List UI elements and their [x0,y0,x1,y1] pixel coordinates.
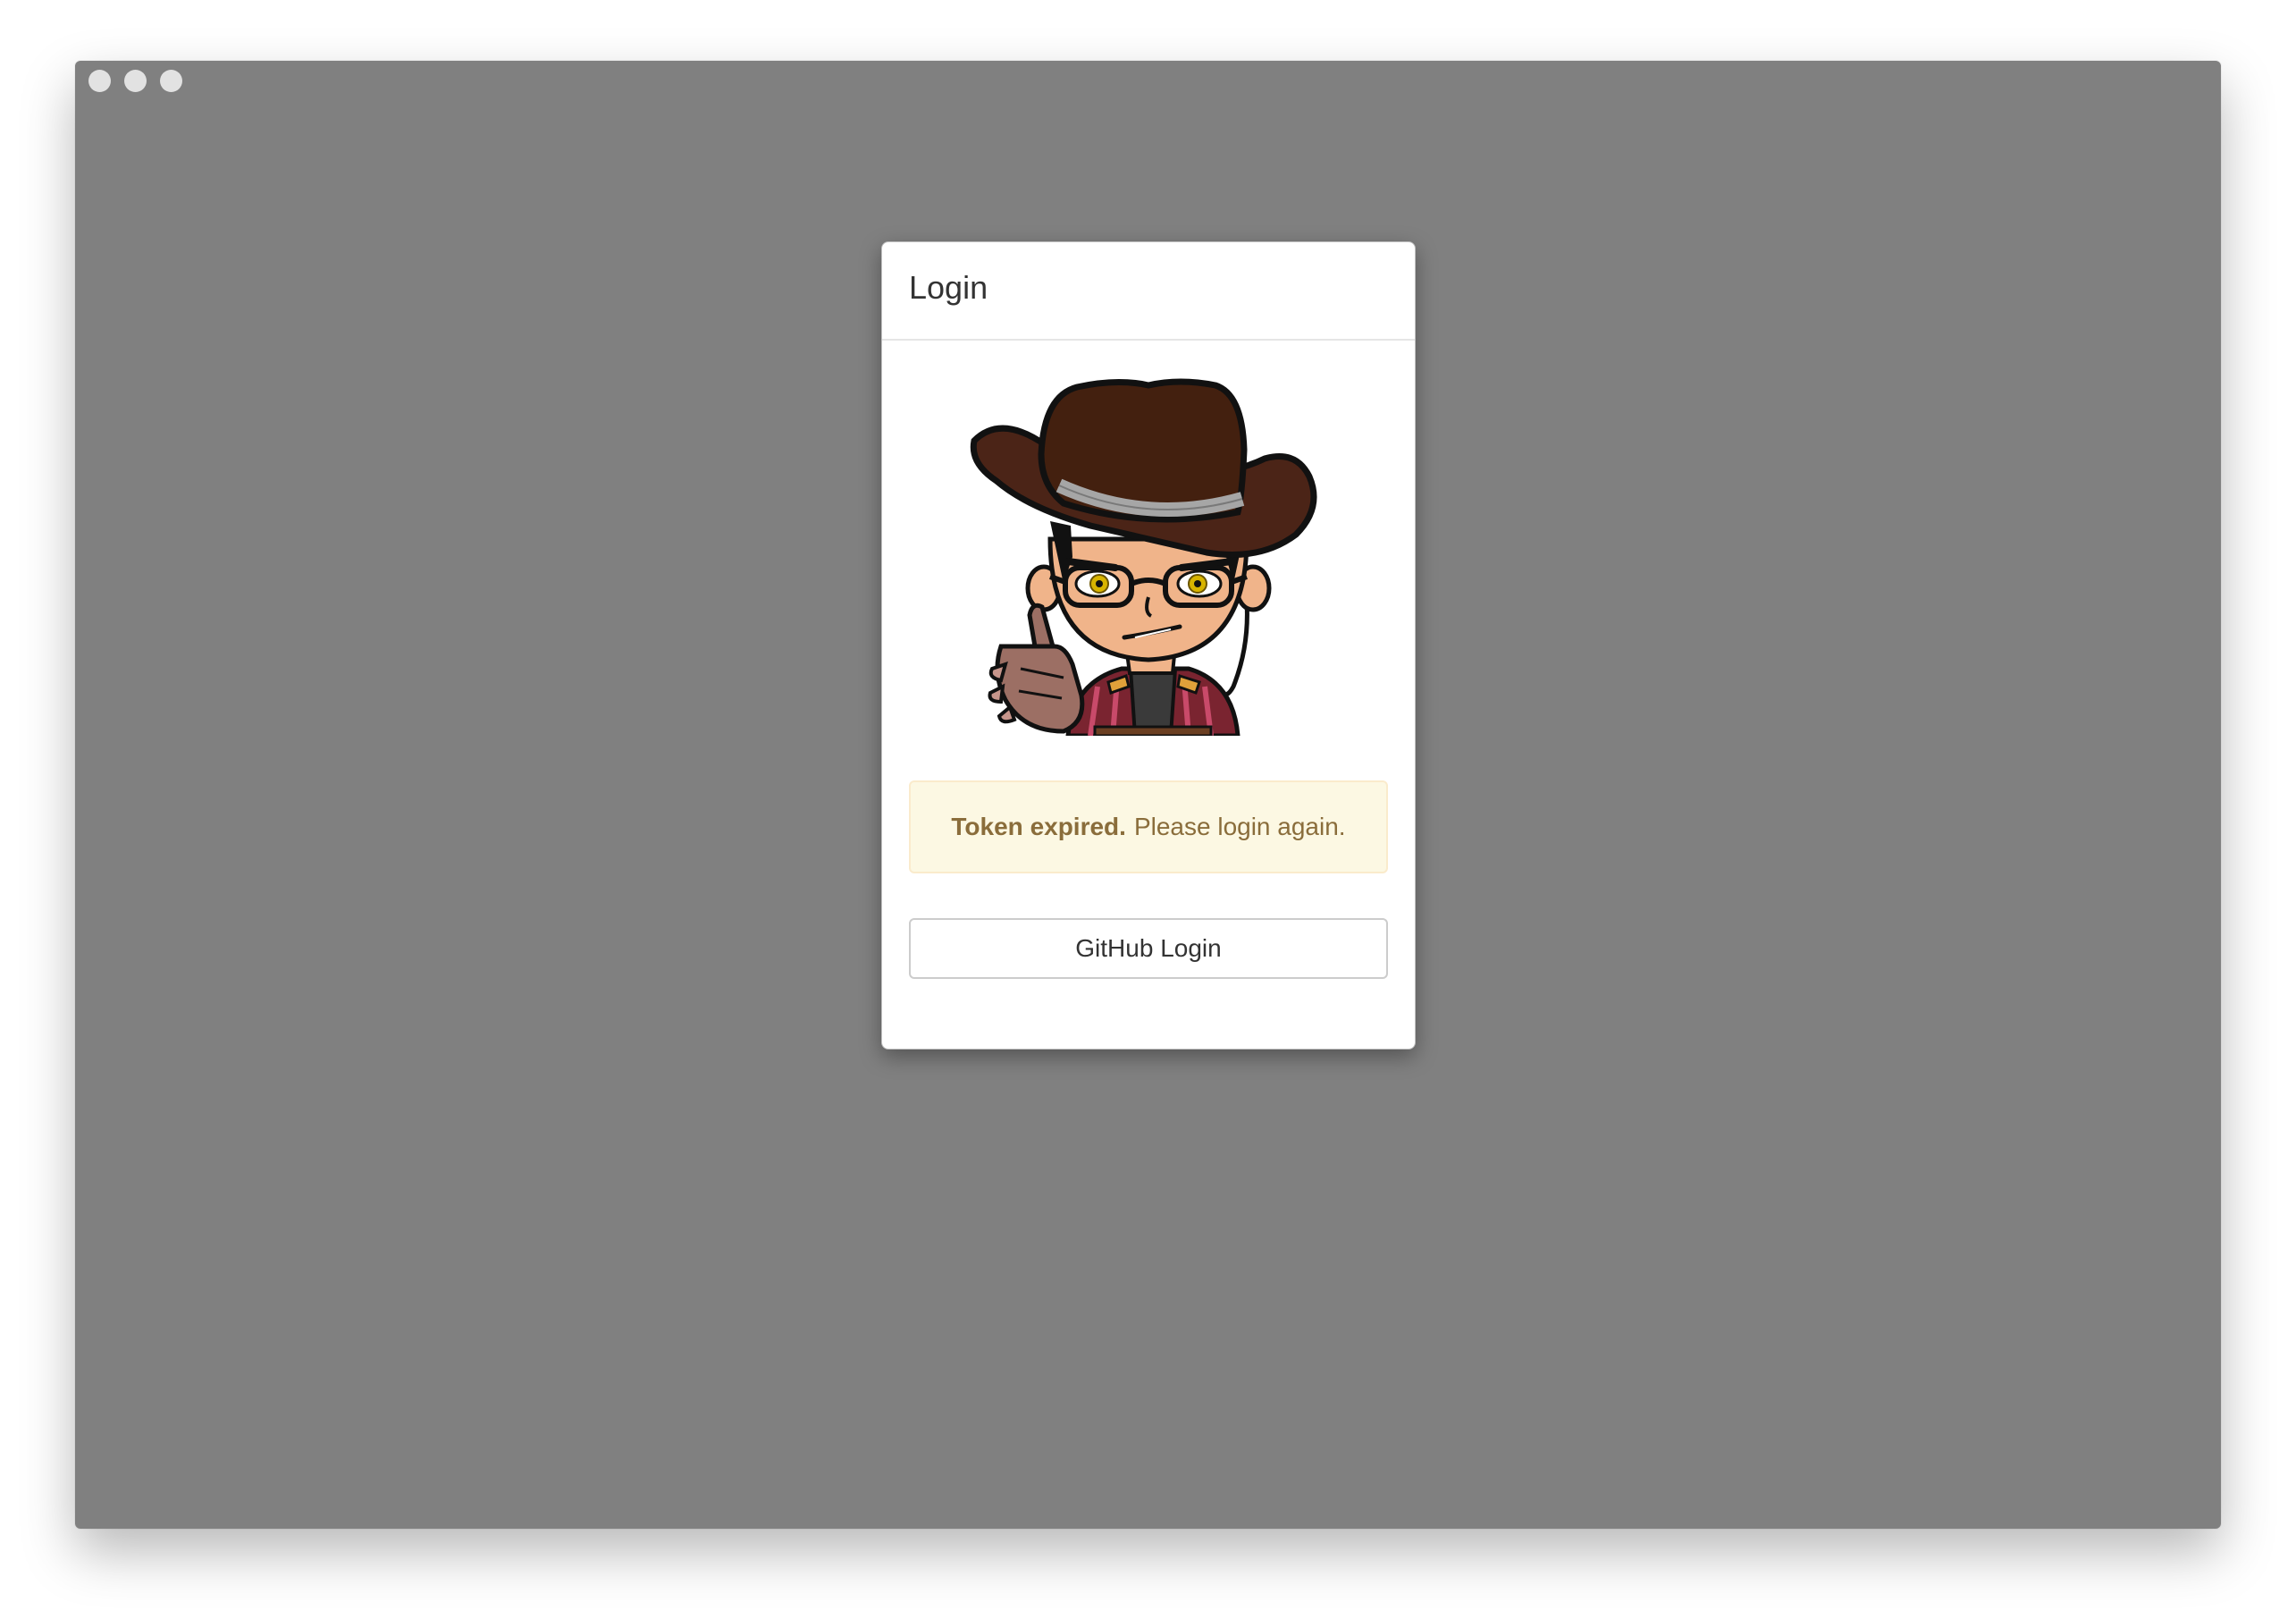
modal-body: Token expired. Please login again. GitHu… [882,378,1415,979]
window-controls [88,70,182,92]
cowboy-avatar-icon [970,378,1317,736]
zoom-dot[interactable] [160,70,182,92]
alert-strong-text: Token expired. [951,813,1126,840]
modal-header: Login [882,242,1415,341]
token-expired-alert: Token expired. Please login again. [909,780,1388,873]
login-modal: Login Token expired. Please login again.… [881,241,1416,1050]
modal-title: Login [909,269,988,306]
close-dot[interactable] [88,70,111,92]
github-login-button[interactable]: GitHub Login [909,918,1388,979]
alert-text: Please login again. [1133,813,1346,840]
browser-window: Login Token expired. Please login again.… [75,61,2221,1529]
minimize-dot[interactable] [124,70,147,92]
